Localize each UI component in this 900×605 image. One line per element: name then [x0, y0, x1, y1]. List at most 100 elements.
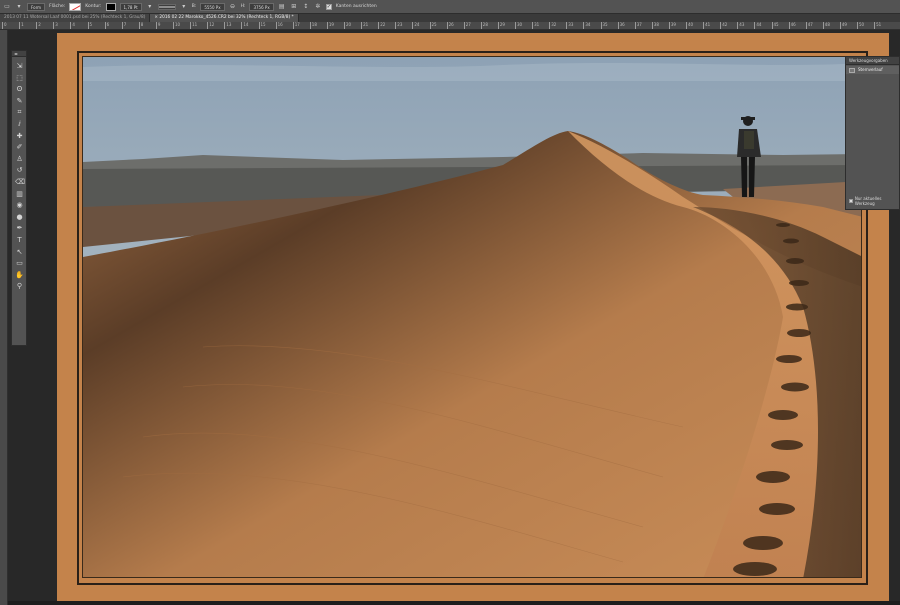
ruler-tick: 22 — [378, 22, 385, 29]
path-alignment-icon[interactable]: ⊞ — [290, 3, 298, 11]
toolbox-header[interactable]: ◂▸ — [12, 51, 26, 57]
ruler-tick: 24 — [412, 22, 419, 29]
ruler-tick: 43 — [737, 22, 744, 29]
ruler-tick: 33 — [566, 22, 573, 29]
horizontal-ruler[interactable]: 0 1 2 3 4 5 6 7 8 9 10 11 12 13 14 15 16 17 18 19 20 21 22 23 24… — [0, 22, 900, 30]
ruler-tick: 42 — [720, 22, 727, 29]
blur-tool-icon[interactable]: ◉ — [15, 201, 24, 210]
rectangle-tool-icon[interactable]: ▭ — [15, 259, 24, 268]
ruler-tick: 38 — [651, 22, 659, 29]
ruler-tick: 51 — [874, 22, 881, 29]
ruler-tick: 20 — [344, 22, 351, 29]
type-tool-icon[interactable]: T — [15, 236, 24, 245]
ruler-tick: 1 — [19, 22, 24, 29]
stroke-swatch[interactable] — [105, 2, 116, 11]
ruler-tick: 6 — [104, 22, 109, 29]
brush-tool-icon[interactable]: ✐ — [15, 143, 24, 152]
chevron-down-icon[interactable]: ▾ — [15, 3, 23, 11]
lasso-tool-icon[interactable]: ʘ — [15, 85, 24, 94]
ruler-tick: 29 — [497, 22, 505, 29]
rectangle-tool-icon[interactable]: ▭ — [3, 3, 11, 11]
current-tool-only-option[interactable]: Nur aktuelles Werkzeug — [849, 196, 899, 206]
ruler-tick: 47 — [805, 22, 813, 29]
ruler-tick: 41 — [703, 22, 710, 29]
panel-title[interactable]: Werkzeugvorgaben — [846, 57, 899, 65]
gear-icon[interactable]: ✲ — [314, 3, 322, 11]
height-label: H: — [240, 4, 246, 9]
ruler-tick: 9 — [155, 22, 160, 29]
link-icon[interactable]: ⊖ — [229, 3, 237, 11]
stroke-type-select[interactable] — [157, 3, 176, 10]
ruler-tick: 11 — [190, 22, 197, 29]
move-tool-icon[interactable]: ⇲ — [15, 62, 24, 71]
ruler-tick: 21 — [361, 22, 368, 29]
path-select-icon[interactable]: ↖ — [15, 248, 24, 257]
ruler-tick: 31 — [532, 22, 539, 29]
ruler-tick: 3 — [53, 22, 58, 29]
ruler-tick: 25 — [429, 22, 437, 29]
dodge-tool-icon[interactable]: ● — [15, 213, 24, 222]
ruler-tick: 44 — [754, 22, 761, 29]
path-operations-icon[interactable]: ▤ — [278, 3, 286, 11]
tab-label: 2016 02 22 Marokko_4526.CR2 bei 32% (Rec… — [159, 15, 294, 20]
vertical-ruler[interactable] — [0, 30, 8, 605]
gradient-tool-icon[interactable]: ▥ — [15, 190, 24, 199]
width-field[interactable]: 5550 Px — [200, 2, 225, 11]
clone-stamp-icon[interactable]: ♙ — [15, 155, 24, 164]
eyedropper-tool-icon[interactable]: ⅈ — [15, 120, 24, 129]
status-bar — [8, 601, 900, 605]
ruler-tick: 28 — [480, 22, 488, 29]
ruler-tick: 4 — [70, 22, 75, 29]
ruler-tick: 15 — [258, 22, 266, 29]
tab-document-2[interactable]: × 2016 02 22 Marokko_4526.CR2 bei 32% (R… — [150, 14, 299, 22]
current-tool-only-checkbox[interactable] — [849, 199, 853, 203]
ruler-tick: 46 — [788, 22, 796, 29]
ruler-tick: 37 — [634, 22, 642, 29]
preset-item-label: Sternverlauf — [858, 67, 883, 72]
stroke-width-field[interactable]: 1,78 Pt — [119, 2, 142, 11]
path-arrangement-icon[interactable]: ↕ — [302, 3, 310, 11]
pen-tool-icon[interactable]: ✒ — [15, 224, 24, 233]
tool-presets-panel: Werkzeugvorgaben Sternverlauf Nur aktuel… — [845, 56, 900, 210]
tab-document-1[interactable]: 2013 07 11 Wotersal Laaf 0001.psd bei 25… — [0, 14, 151, 22]
ruler-tick: 7 — [121, 22, 126, 29]
width-label: B: — [191, 4, 197, 9]
ruler-tick: 45 — [771, 22, 779, 29]
marquee-tool-icon[interactable]: ⬚ — [15, 74, 24, 83]
ruler-tick: 5 — [87, 22, 92, 29]
ruler-tick: 35 — [600, 22, 608, 29]
history-brush-icon[interactable]: ↺ — [15, 166, 24, 175]
zoom-tool-icon[interactable]: ⚲ — [15, 282, 24, 291]
document-tabs: 2013 07 11 Wotersal Laaf 0001.psd bei 25… — [0, 14, 900, 22]
ruler-tick: 13 — [224, 22, 231, 29]
chevron-down-icon[interactable]: ▾ — [146, 3, 154, 11]
chevron-down-icon[interactable]: ▾ — [180, 3, 188, 11]
mode-select[interactable]: Form — [27, 2, 46, 11]
fill-label: Fläche: — [49, 4, 66, 9]
ruler-tick: 17 — [292, 22, 300, 29]
current-tool-only-label: Nur aktuelles Werkzeug — [854, 196, 882, 206]
tab-label: 2013 07 11 Wotersal Laaf 0001.psd bei 25… — [4, 15, 146, 20]
ruler-tick: 49 — [839, 22, 847, 29]
ruler-tick: 34 — [583, 22, 590, 29]
eraser-tool-icon[interactable]: ⌫ — [15, 178, 25, 187]
crop-tool-icon[interactable]: ⌗ — [15, 108, 24, 117]
hand-tool-icon[interactable]: ✋ — [15, 271, 24, 280]
ruler-tick: 2 — [36, 22, 41, 29]
height-field[interactable]: 3756 Px — [249, 2, 274, 11]
healing-brush-icon[interactable]: ✚ — [15, 132, 24, 141]
ruler-tick: 16 — [275, 22, 283, 29]
ruler-tick: 18 — [309, 22, 317, 29]
align-edges-label: Kanten ausrichten — [335, 4, 377, 9]
desert-photo[interactable] — [82, 56, 862, 578]
quick-select-tool-icon[interactable]: ✎ — [15, 97, 24, 106]
preset-icon — [849, 67, 855, 73]
preset-item[interactable]: Sternverlauf — [846, 66, 899, 74]
align-edges-checkbox[interactable]: ✓ — [325, 3, 332, 10]
ruler-tick: 0 — [2, 22, 7, 29]
ruler-tick: 36 — [617, 22, 625, 29]
ruler-tick: 48 — [822, 22, 830, 29]
fill-swatch[interactable] — [69, 2, 82, 11]
ruler-tick: 40 — [686, 22, 693, 29]
ruler-tick: 8 — [138, 22, 143, 29]
